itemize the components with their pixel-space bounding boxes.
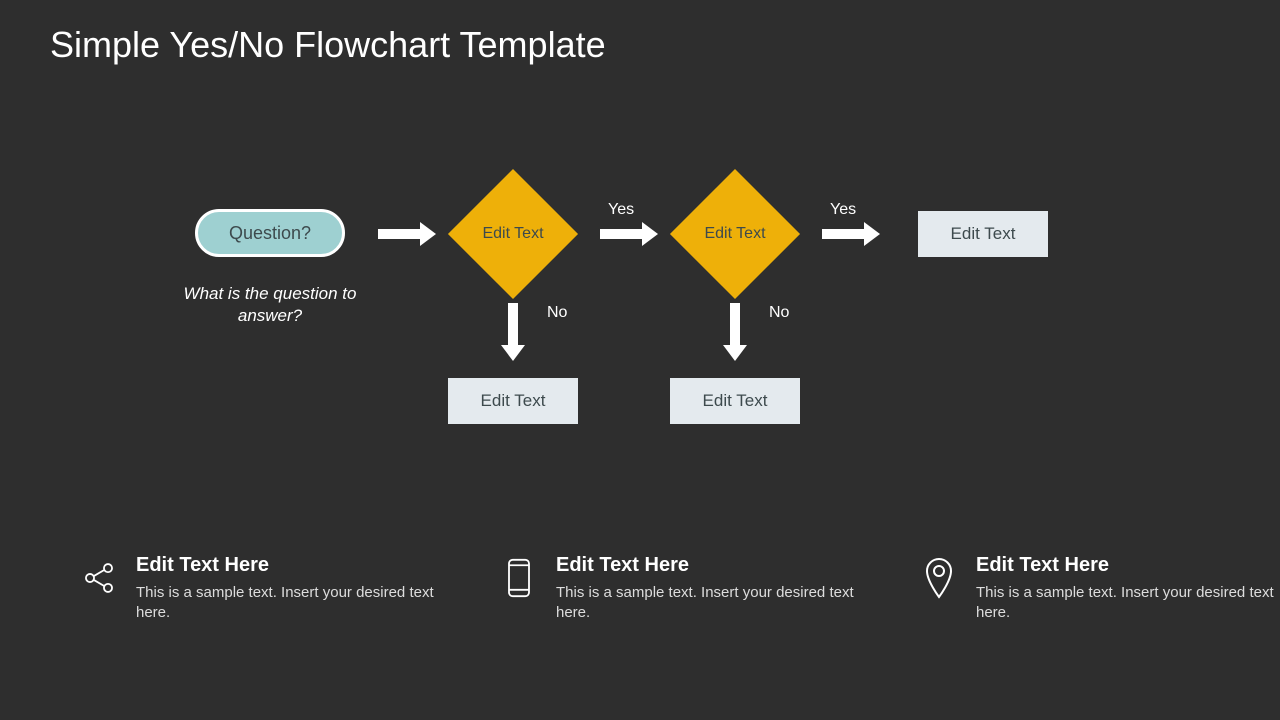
flow-start-label: Question? bbox=[229, 223, 311, 244]
arrow-d1-d2 bbox=[600, 229, 644, 239]
phone-icon bbox=[500, 554, 538, 602]
feature-1: Edit Text Here This is a sample text. In… bbox=[80, 554, 440, 624]
no-label-2: No bbox=[769, 304, 789, 322]
no-label-1: No bbox=[547, 304, 567, 322]
feature-3: Edit Text Here This is a sample text. In… bbox=[920, 554, 1280, 624]
flow-no-1: Edit Text bbox=[448, 378, 578, 424]
flow-decision-2: Edit Text bbox=[675, 174, 795, 294]
share-icon bbox=[80, 554, 118, 602]
flow-no-2-label: Edit Text bbox=[703, 391, 768, 411]
arrow-start-d1 bbox=[378, 229, 422, 239]
flow-decision-2-label: Edit Text bbox=[704, 225, 765, 243]
flow-start-caption: What is the question to answer? bbox=[160, 283, 380, 327]
page-title: Simple Yes/No Flowchart Template bbox=[50, 24, 606, 66]
flow-no-2: Edit Text bbox=[670, 378, 800, 424]
flow-end-label: Edit Text bbox=[951, 224, 1016, 244]
yes-label-1: Yes bbox=[608, 201, 634, 219]
arrow-d2-no bbox=[730, 303, 740, 347]
flow-decision-1-label: Edit Text bbox=[482, 225, 543, 243]
feature-2-heading: Edit Text Here bbox=[556, 554, 860, 577]
arrow-d2-end bbox=[822, 229, 866, 239]
location-pin-icon bbox=[920, 554, 958, 602]
feature-3-heading: Edit Text Here bbox=[976, 554, 1280, 577]
feature-1-heading: Edit Text Here bbox=[136, 554, 440, 577]
feature-1-body: This is a sample text. Insert your desir… bbox=[136, 583, 440, 624]
flow-end: Edit Text bbox=[918, 211, 1048, 257]
arrow-d1-no bbox=[508, 303, 518, 347]
feature-2-body: This is a sample text. Insert your desir… bbox=[556, 583, 860, 624]
feature-2: Edit Text Here This is a sample text. In… bbox=[500, 554, 860, 624]
yes-label-2: Yes bbox=[830, 201, 856, 219]
flow-start: Question? bbox=[195, 209, 345, 257]
flow-no-1-label: Edit Text bbox=[481, 391, 546, 411]
flow-decision-1: Edit Text bbox=[453, 174, 573, 294]
feature-3-body: This is a sample text. Insert your desir… bbox=[976, 583, 1280, 624]
